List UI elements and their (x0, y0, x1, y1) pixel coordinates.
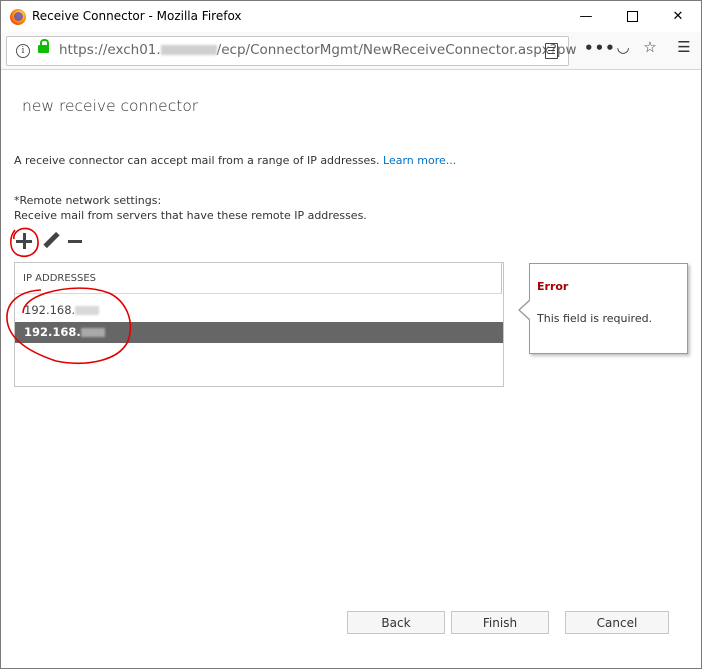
back-button[interactable]: Back (347, 611, 445, 634)
maximize-button[interactable] (609, 1, 655, 32)
more-actions-icon[interactable]: ••• (584, 39, 615, 57)
bookmark-star-icon[interactable]: ☆ (640, 38, 660, 56)
column-separator (501, 263, 502, 293)
ip-row-value: 192.168. (24, 325, 105, 339)
dialog-title: new receive connector (22, 97, 199, 115)
ip-address-list[interactable]: IP ADDRESSES 192.168. 192.168. (14, 262, 504, 387)
pocket-icon[interactable]: ◡ (613, 38, 633, 56)
ip-row[interactable]: 192.168. (15, 300, 503, 321)
remote-network-description: Receive mail from servers that have thes… (14, 209, 367, 222)
remote-network-label: *Remote network settings: (14, 194, 162, 207)
learn-more-link[interactable]: Learn more... (383, 154, 456, 167)
reader-view-icon[interactable] (545, 43, 558, 59)
lock-icon[interactable] (38, 39, 49, 53)
remove-ip-button[interactable] (65, 230, 87, 252)
ip-prefix: 192.168. (24, 325, 81, 339)
url-redacted (160, 45, 217, 55)
ip-redacted (75, 306, 100, 315)
window-title: Receive Connector - Mozilla Firefox (32, 9, 242, 23)
error-message: This field is required. (537, 312, 653, 325)
intro-sentence: A receive connector can accept mail from… (14, 154, 384, 167)
url-suffix: /ecp/ConnectorMgmt/NewReceiveConnector.a… (216, 42, 577, 58)
ip-redacted (80, 328, 105, 337)
close-button[interactable]: ✕ (655, 1, 701, 32)
edit-ip-button[interactable] (40, 230, 62, 252)
url-bar[interactable]: i https://exch01. /ecp/ConnectorMgmt/NewR… (6, 36, 577, 66)
firefox-icon (10, 9, 26, 25)
cancel-button[interactable]: Cancel (565, 611, 669, 634)
error-title: Error (537, 280, 569, 293)
ip-prefix: 192.168. (24, 303, 76, 317)
list-header[interactable]: IP ADDRESSES (15, 263, 502, 294)
intro-text: A receive connector can accept mail from… (14, 154, 456, 167)
url-text[interactable]: https://exch01. /ecp/ConnectorMgmt/NewRec… (59, 42, 577, 58)
callout-pointer-fill (520, 300, 531, 320)
add-ip-button[interactable] (13, 230, 35, 252)
ip-row-value: 192.168. (24, 303, 100, 317)
error-callout: Error This field is required. (529, 263, 688, 354)
ip-addresses-column-header[interactable]: IP ADDRESSES (23, 273, 96, 284)
minimize-button[interactable]: — (563, 1, 609, 32)
browser-window: Receive Connector - Mozilla Firefox — ✕ … (0, 0, 702, 669)
info-icon[interactable]: i (16, 44, 30, 58)
maximize-icon (626, 11, 638, 22)
ip-row-selected[interactable]: 192.168. (15, 322, 503, 343)
hamburger-menu-icon[interactable]: ☰ (674, 38, 694, 56)
url-prefix: https://exch01. (59, 42, 161, 58)
title-bar: Receive Connector - Mozilla Firefox — ✕ (1, 1, 701, 32)
finish-button[interactable]: Finish (451, 611, 549, 634)
